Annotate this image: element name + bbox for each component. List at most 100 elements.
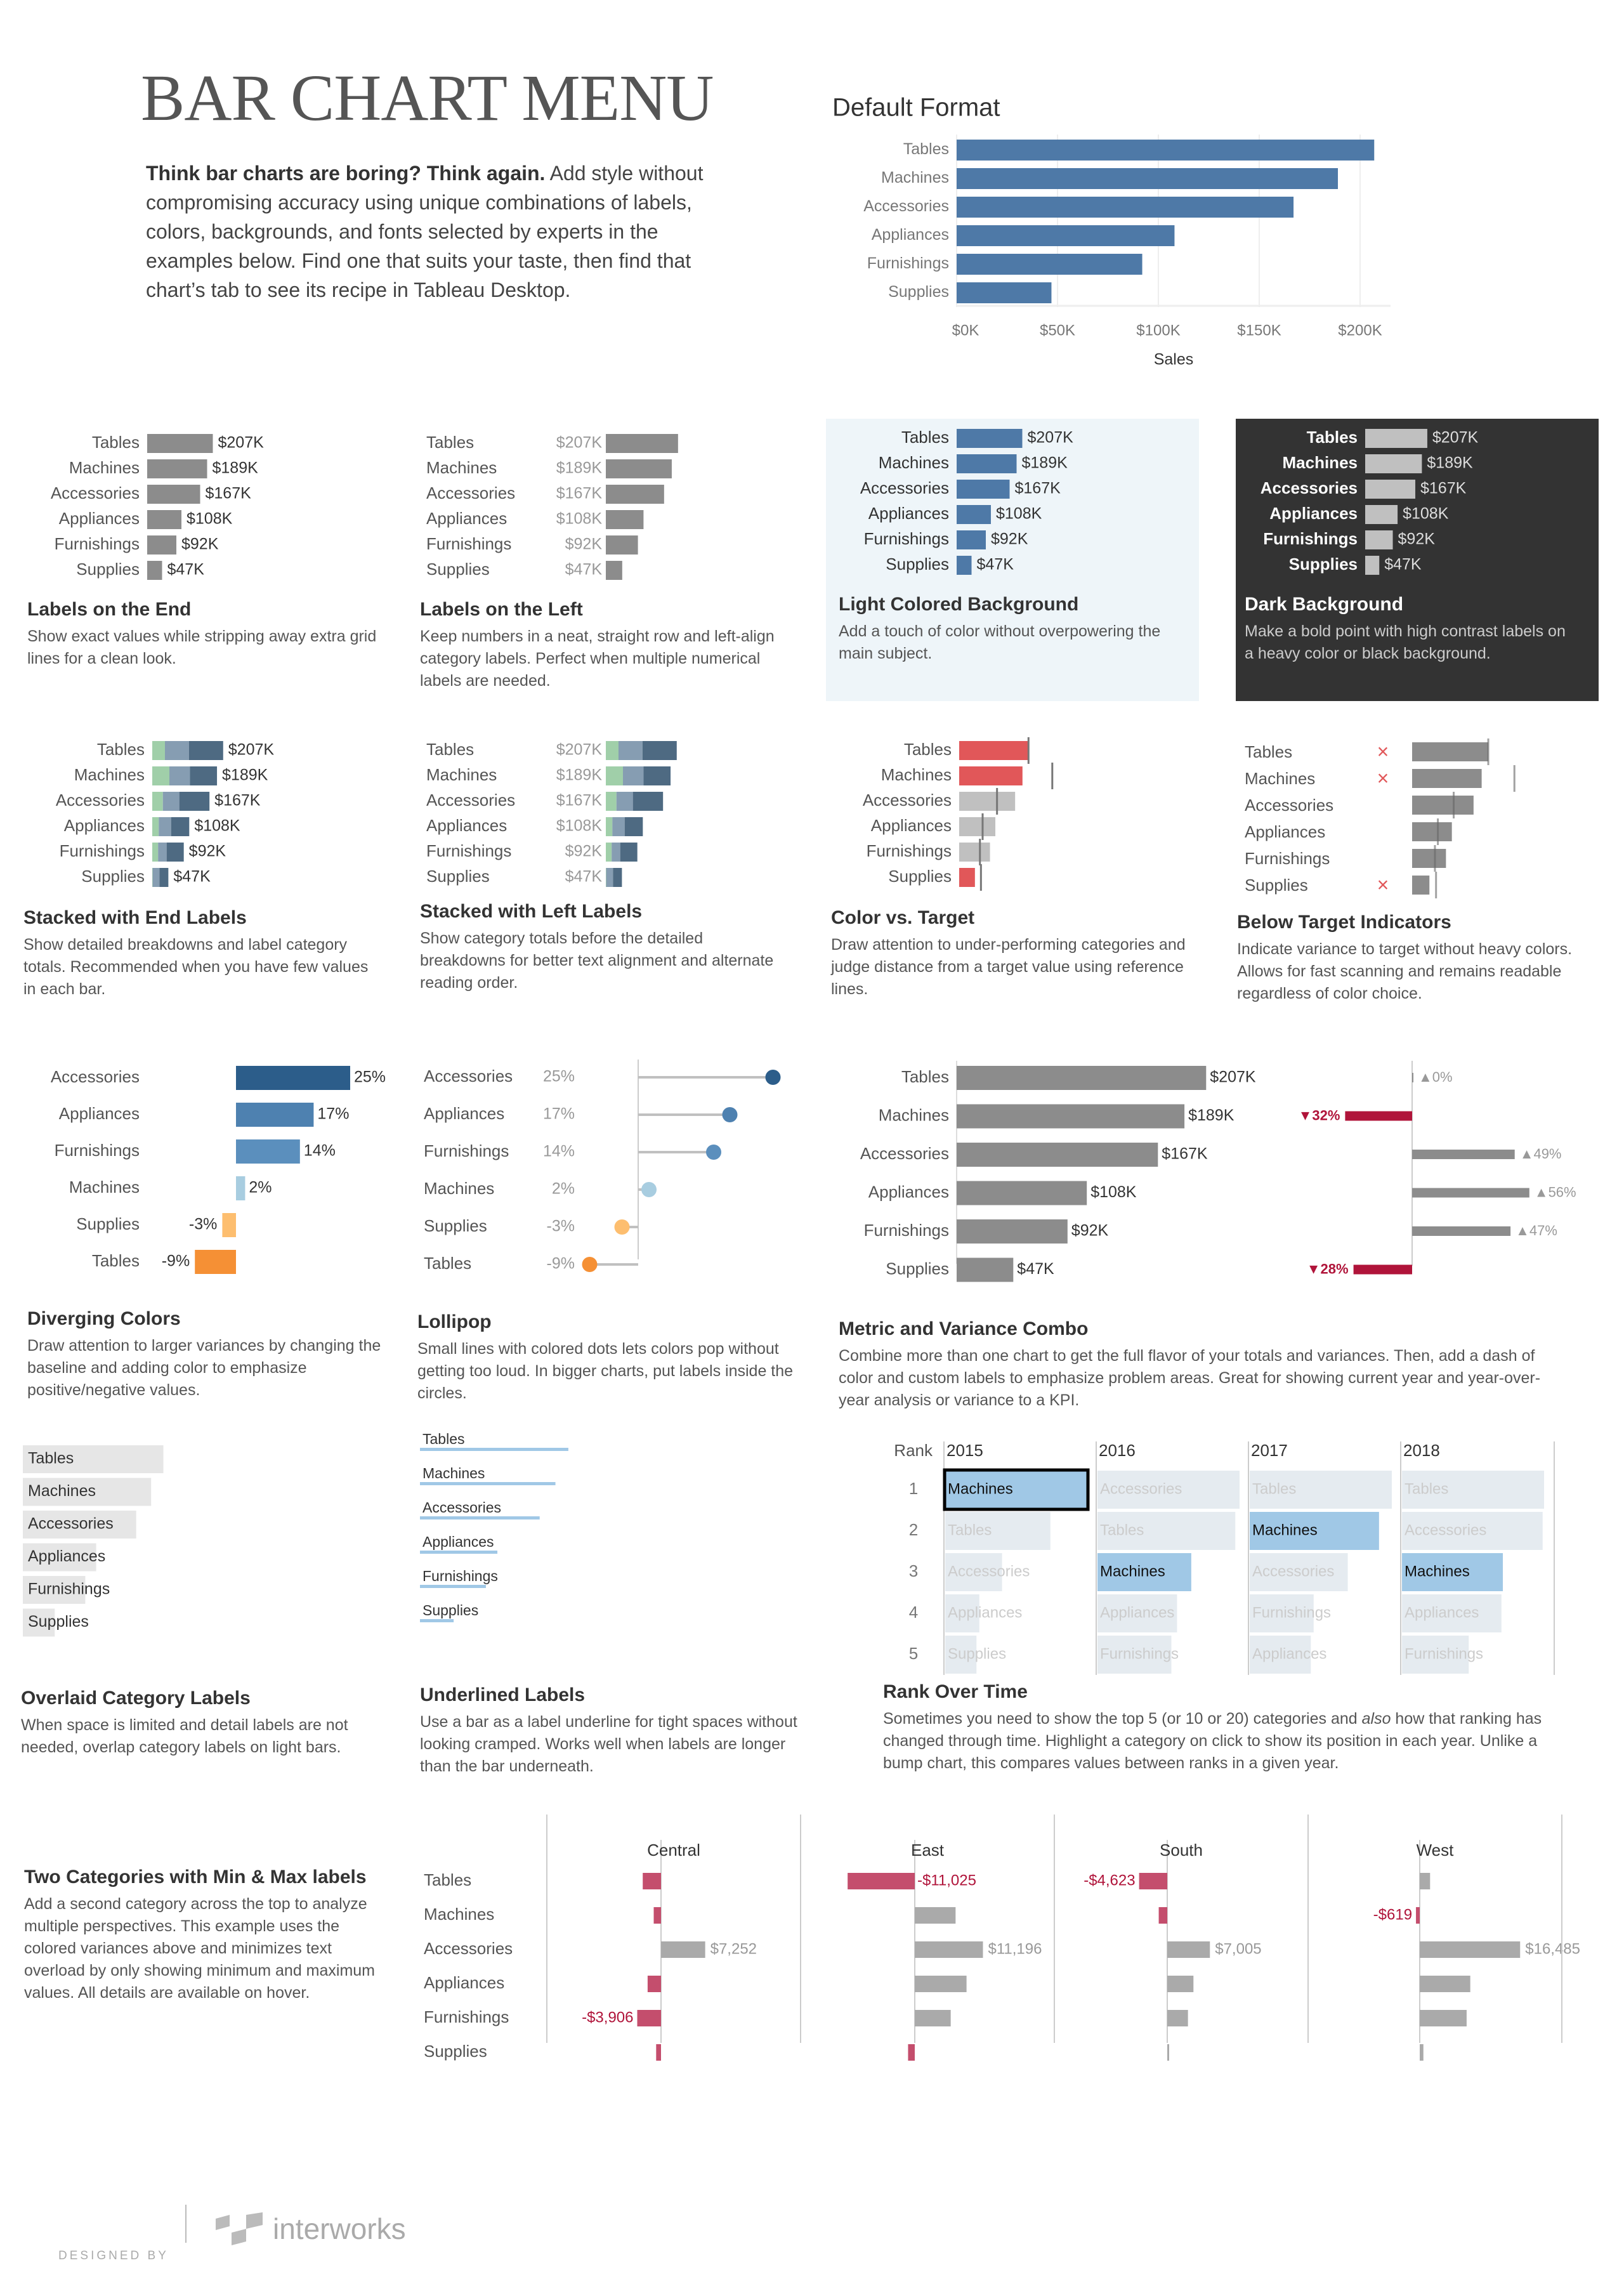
bar	[959, 868, 975, 887]
lollipop-dot	[722, 1107, 738, 1122]
region-header: West	[1417, 1841, 1455, 1860]
category-label: Appliances	[424, 1104, 504, 1123]
bar	[606, 485, 664, 504]
value-label: -9%	[162, 1252, 190, 1270]
value-label: 14%	[304, 1142, 336, 1160]
bar	[236, 1066, 350, 1090]
value-label: -$4,623	[1084, 1872, 1135, 1889]
stacked-end-title: Stacked with End Labels	[23, 907, 247, 928]
stacked-end-description: Show detailed breakdowns and label categ…	[23, 936, 369, 998]
value-label: $108K	[996, 505, 1042, 523]
variance-label: ▲49%	[1520, 1146, 1562, 1162]
value-label: $47K	[565, 561, 603, 579]
stacked-segment	[620, 843, 638, 862]
bar	[957, 429, 1023, 448]
x-tick-label: $100K	[1136, 322, 1180, 339]
value-label: $207K	[228, 741, 275, 759]
value-label: $207K	[556, 741, 603, 759]
rank-number: 3	[909, 1561, 918, 1580]
labels-on-end-description: Show exact values while stripping away e…	[27, 627, 377, 667]
category-label: Machines	[879, 453, 949, 472]
dark-background-title: Dark Background	[1245, 594, 1404, 615]
designed-by-label: DESIGNED BY	[58, 2249, 169, 2262]
variance-bar	[915, 1907, 956, 1924]
stacked-segment	[623, 766, 644, 785]
value-label: $16,485	[1525, 1940, 1580, 1957]
rank-item-label: Machines	[1252, 1521, 1318, 1539]
value-label: $189K	[213, 459, 259, 477]
rank-item-label: Tables	[948, 1521, 992, 1539]
value-label: $47K	[167, 561, 205, 579]
stacked-segment	[152, 868, 153, 887]
rank-number: 1	[909, 1479, 918, 1498]
below-target-x-icon: ×	[1377, 873, 1389, 896]
value-label: $92K	[991, 530, 1028, 548]
value-label: $108K	[187, 510, 233, 528]
value-label: $92K	[189, 843, 226, 860]
stacked-left-description: Show category totals before the detailed…	[420, 929, 774, 992]
variance-bar	[637, 2010, 661, 2026]
stacked-segment	[606, 766, 623, 785]
variance-bar	[1412, 1150, 1515, 1159]
metric-bar	[957, 1066, 1207, 1090]
value-label: $92K	[1071, 1222, 1109, 1240]
below-target-indicators-description: Indicate variance to target without heav…	[1237, 940, 1573, 1002]
category-label: Furnishings	[426, 534, 511, 553]
dark-background-description: Make a bold point with high contrast lab…	[1245, 622, 1566, 662]
category-label: Machines	[74, 765, 145, 784]
value-label: $167K	[1015, 480, 1061, 497]
interworks-logo[interactable]: interworks	[216, 2212, 406, 2250]
value-label: -$11,025	[917, 1872, 976, 1889]
region-header: East	[911, 1841, 945, 1860]
rank-item-label: Furnishings	[1100, 1645, 1179, 1662]
category-label: Supplies	[888, 283, 949, 301]
category-label: Furnishings	[1245, 849, 1330, 868]
category-label: Supplies	[1289, 555, 1358, 574]
category-label: Furnishings	[424, 2007, 509, 2026]
default-format-title: Default Format	[832, 94, 1000, 122]
variance-bar	[643, 1873, 661, 1889]
rank-item-label: Machines	[948, 1480, 1013, 1497]
category-label: Tables	[92, 433, 140, 452]
category-label: Furnishings	[1263, 529, 1358, 548]
stacked-segment	[152, 766, 169, 785]
stacked-segment	[624, 817, 643, 836]
value-label: $207K	[1028, 429, 1074, 447]
underline-bar	[420, 1551, 498, 1554]
interworks-logo-icon	[216, 2212, 263, 2245]
variance-bar	[1420, 1976, 1470, 1992]
stacked-segment	[606, 868, 613, 887]
category-label: Furnishings	[424, 1141, 509, 1160]
variance-bar	[1139, 1873, 1167, 1889]
bar	[606, 434, 678, 453]
category-label: Supplies	[422, 1602, 478, 1618]
region-header: South	[1160, 1841, 1203, 1860]
stacked-segment	[606, 792, 617, 811]
bar	[236, 1103, 314, 1127]
rank-item-label: Furnishings	[1405, 1645, 1483, 1662]
value-label: $47K	[565, 868, 603, 886]
bar	[1365, 454, 1422, 473]
category-label: Accessories	[28, 1515, 114, 1533]
bar	[1365, 429, 1427, 448]
category-label: Furnishings	[867, 254, 949, 272]
stacked-segment	[152, 817, 159, 836]
stacked-segment	[162, 792, 180, 811]
category-label: Accessories	[863, 791, 952, 810]
variance-bar	[1353, 1264, 1412, 1275]
rank-item-label: Appliances	[1405, 1604, 1479, 1621]
category-label: Furnishings	[55, 1141, 140, 1160]
stacked-left-title: Stacked with Left Labels	[420, 901, 643, 922]
category-label: Tables	[426, 740, 474, 759]
category-label: Machines	[69, 1178, 140, 1197]
value-label: 2%	[249, 1179, 272, 1197]
bar	[236, 1139, 300, 1164]
bar	[1412, 742, 1489, 761]
category-label: Furnishings	[28, 1580, 110, 1598]
bar	[957, 454, 1017, 473]
stacked-segment	[606, 817, 613, 836]
bar	[147, 510, 181, 529]
year-header: 2018	[1403, 1441, 1440, 1460]
variance-bar	[1412, 1226, 1511, 1236]
footer-divider	[185, 2205, 187, 2243]
